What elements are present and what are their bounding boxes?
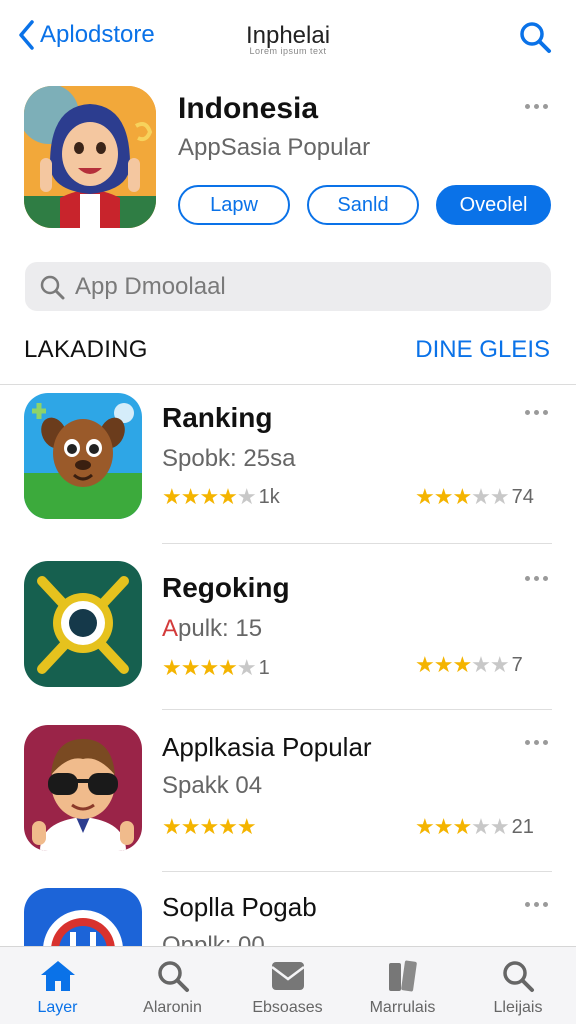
- divider: [162, 871, 552, 872]
- tab-label: Marrulais: [369, 999, 436, 1016]
- rating-stars: ★★★★ ★ 1k: [162, 484, 280, 509]
- divider: [162, 709, 552, 710]
- app-subtitle: Apulk: 15: [162, 615, 262, 643]
- search-icon: [520, 22, 551, 53]
- app-subtitle: Spakk 04: [162, 772, 263, 799]
- rating-count: 74: [511, 485, 534, 508]
- divider: [0, 384, 576, 385]
- featured-app-icon[interactable]: [24, 86, 156, 228]
- app-subtitle-accent: A: [162, 615, 179, 642]
- rating-count: 7: [511, 653, 523, 676]
- rating-count: 21: [511, 815, 534, 838]
- app-name: Regoking: [162, 572, 290, 603]
- tab-label: Layer: [37, 999, 78, 1016]
- search-icon: [40, 275, 65, 299]
- app-subtitle-text: pulk: 15: [178, 615, 263, 642]
- home-icon: [40, 961, 75, 991]
- featured-app-name: Indonesia: [178, 92, 319, 125]
- app-subtitle: Spobk: 25sa: [162, 445, 296, 472]
- tab-alaronin[interactable]: Alaronin: [115, 947, 230, 1024]
- books-icon: [388, 960, 417, 992]
- navigation-bar: Aplodstore Inphelai Lorem ipsum text: [0, 0, 576, 78]
- search-input[interactable]: [75, 272, 515, 301]
- lapw-button[interactable]: Lapw: [178, 185, 290, 225]
- oveolel-button[interactable]: Oveolel: [436, 185, 551, 225]
- app-icon-ranking[interactable]: [24, 393, 142, 519]
- rating-stars: ★★★ ★★ 7: [415, 652, 523, 677]
- app-icon-applkasia[interactable]: [24, 725, 142, 851]
- app-subtitle: Opplk: 00: [162, 932, 265, 946]
- more-options-icon[interactable]: [525, 410, 548, 415]
- tab-layer[interactable]: Layer: [0, 947, 115, 1024]
- rating-stars: ★★★★ ★ 1: [162, 655, 270, 680]
- search-icon: [157, 961, 189, 992]
- featured-app-subtitle: AppSasia Popular: [178, 134, 371, 161]
- search-bar[interactable]: [25, 262, 551, 311]
- tab-label: Lleijais: [493, 999, 543, 1016]
- app-name: Soplla Pogab: [162, 892, 317, 922]
- search-button[interactable]: [518, 20, 552, 59]
- tab-ebsoases[interactable]: Ebsoases: [230, 947, 345, 1024]
- app-name: Applkasia Popular: [162, 732, 372, 762]
- rating-stars: ★★★ ★★ 74: [415, 484, 534, 509]
- app-name: Ranking: [162, 402, 273, 433]
- rating-stars: ★★★ ★★ 21: [415, 814, 534, 839]
- rating-count: 1: [258, 656, 270, 679]
- more-options-icon[interactable]: [525, 576, 548, 581]
- rating-count: 1k: [258, 485, 280, 508]
- see-all-link[interactable]: DINE GLEIS: [415, 336, 550, 364]
- tab-bar: Layer Alaronin Ebsoases Marrulais Lleija…: [0, 946, 576, 1024]
- rating-stars: ★★★★★: [162, 814, 257, 839]
- tab-marrulais[interactable]: Marrulais: [345, 947, 460, 1024]
- search-icon: [503, 961, 534, 992]
- inbox-icon: [270, 962, 305, 990]
- more-options-icon[interactable]: [525, 902, 548, 907]
- sanld-button[interactable]: Sanld: [307, 185, 419, 225]
- app-icon-regoking[interactable]: [24, 561, 142, 687]
- page-subtitle: Lorem ipsum text: [249, 46, 327, 56]
- more-options-icon[interactable]: [525, 104, 548, 109]
- more-options-icon[interactable]: [525, 740, 548, 745]
- section-title: LAKADING: [24, 336, 148, 363]
- divider: [162, 543, 552, 544]
- app-icon-soplla[interactable]: [24, 888, 142, 946]
- tab-label: Ebsoases: [252, 999, 323, 1016]
- tab-label: Alaronin: [143, 999, 202, 1016]
- tab-lleijais[interactable]: Lleijais: [460, 947, 576, 1024]
